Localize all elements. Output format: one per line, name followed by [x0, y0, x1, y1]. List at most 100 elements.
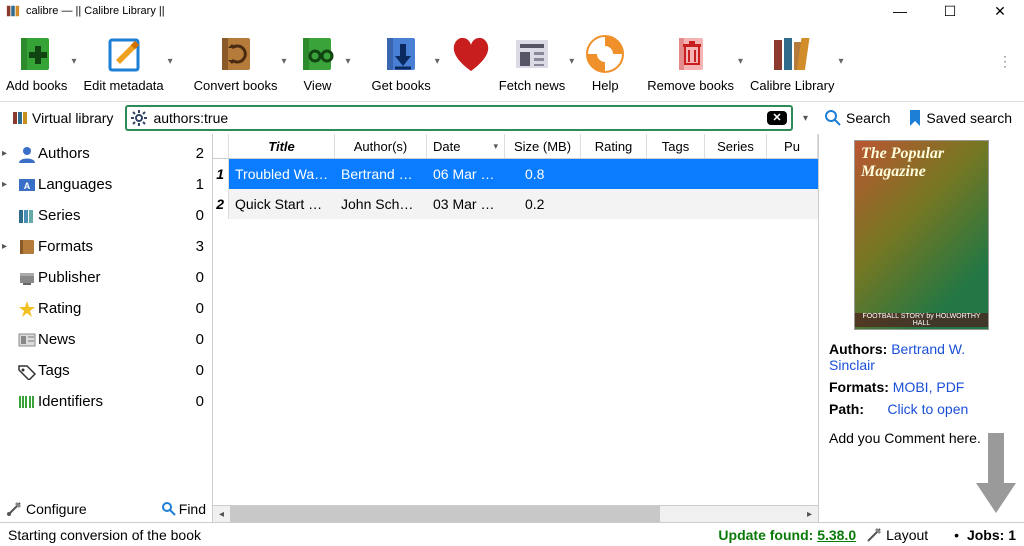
col-title[interactable]: Title — [229, 134, 335, 158]
sidebar-item-series[interactable]: Series0 — [0, 200, 212, 231]
virtual-library-icon — [12, 110, 28, 126]
col-date[interactable]: Date▾ — [427, 134, 505, 158]
magnify-icon — [161, 501, 177, 517]
languages-icon: A — [16, 176, 38, 194]
sidebar-item-identifiers[interactable]: Identifiers0 — [0, 386, 212, 417]
help-icon — [581, 32, 629, 76]
add-books-icon — [13, 32, 61, 76]
find-button[interactable]: Find — [161, 501, 206, 517]
col-author[interactable]: Author(s) — [335, 134, 427, 158]
sidebar-item-formats[interactable]: ▸Formats3 — [0, 231, 212, 262]
sidebar-item-count: 0 — [196, 207, 204, 224]
path-link[interactable]: Click to open — [887, 401, 968, 417]
col-tags[interactable]: Tags — [647, 134, 705, 158]
search-settings-icon[interactable] — [131, 110, 149, 126]
sidebar-item-news[interactable]: News0 — [0, 324, 212, 355]
series-icon — [16, 207, 38, 225]
cell-title: Quick Start Guide — [229, 196, 335, 212]
main-area: ▸Authors2▸ALanguages1Series0▸Formats3Pub… — [0, 134, 1024, 522]
cover-image[interactable]: The Popular Magazine FOOTBALL STORY by H… — [854, 140, 989, 330]
expand-icon: ▸ — [2, 179, 16, 190]
donate-button[interactable] — [447, 28, 495, 95]
tags-icon — [16, 362, 38, 380]
sidebar-item-tags[interactable]: Tags0 — [0, 355, 212, 386]
title-bar: calibre — || Calibre Library || — ☐ ✕ — [0, 0, 1024, 22]
sidebar-item-count: 0 — [196, 300, 204, 317]
jobs-arrow-icon[interactable] — [976, 433, 1016, 513]
library-dropdown[interactable]: ▾ — [837, 56, 849, 67]
news-icon — [16, 331, 38, 349]
search-row: Virtual library ✕ ▾ Search Saved search — [0, 102, 1024, 134]
fetch-news-button[interactable]: Fetch news — [499, 28, 565, 95]
expand-icon: ▸ — [2, 148, 16, 159]
formats-link[interactable]: MOBI, PDF — [893, 379, 965, 395]
sidebar-item-count: 0 — [196, 331, 204, 348]
col-series[interactable]: Series — [705, 134, 767, 158]
table-row[interactable]: 1Troubled WatersBertrand W. ...06 Mar 20… — [213, 159, 818, 189]
convert-books-dropdown[interactable]: ▾ — [279, 56, 291, 67]
convert-books-button[interactable]: Convert books — [194, 28, 278, 95]
get-books-dropdown[interactable]: ▾ — [433, 56, 445, 67]
sidebar-item-label: News — [38, 331, 196, 348]
saved-search-button[interactable]: Saved search — [902, 108, 1018, 128]
edit-metadata-dropdown[interactable]: ▾ — [166, 56, 178, 67]
wrench-icon — [6, 501, 22, 517]
table-row[interactable]: 2Quick Start GuideJohn Schember03 Mar 20… — [213, 189, 818, 219]
remove-books-dropdown[interactable]: ▾ — [736, 56, 748, 67]
sidebar-item-count: 0 — [196, 269, 204, 286]
virtual-library-button[interactable]: Virtual library — [6, 108, 119, 128]
cell-author: Bertrand W. ... — [335, 166, 427, 182]
table-header: Title Author(s) Date▾ Size (MB) Rating T… — [213, 134, 818, 159]
update-notice: Update found: 5.38.0 — [718, 527, 856, 543]
window-title: calibre — || Calibre Library || — [26, 5, 165, 17]
col-rating[interactable]: Rating — [581, 134, 647, 158]
fetch-news-dropdown[interactable]: ▾ — [567, 56, 579, 67]
fetch-news-icon — [508, 32, 556, 76]
row-number: 1 — [213, 159, 229, 189]
configure-button[interactable]: Configure — [6, 501, 87, 517]
search-icon — [824, 109, 842, 127]
remove-books-button[interactable]: Remove books — [647, 28, 734, 95]
sidebar-item-label: Identifiers — [38, 393, 196, 410]
cell-size: 0.2 — [505, 196, 581, 212]
sidebar-item-publisher[interactable]: Publisher0 — [0, 262, 212, 293]
minimize-button[interactable]: — — [882, 3, 918, 19]
sidebar-item-label: Tags — [38, 362, 196, 379]
sidebar-item-count: 0 — [196, 362, 204, 379]
sidebar-item-authors[interactable]: ▸Authors2 — [0, 138, 212, 169]
maximize-button[interactable]: ☐ — [932, 3, 968, 20]
search-button[interactable]: Search — [818, 107, 896, 129]
sidebar-item-label: Languages — [38, 176, 196, 193]
search-history-dropdown[interactable]: ▾ — [799, 113, 812, 124]
clear-search-icon[interactable]: ✕ — [767, 111, 787, 125]
calibre-library-button[interactable]: Calibre Library — [750, 28, 835, 95]
close-button[interactable]: ✕ — [982, 3, 1018, 20]
view-dropdown[interactable]: ▾ — [343, 56, 355, 67]
edit-metadata-button[interactable]: Edit metadata — [83, 28, 163, 95]
help-button[interactable]: Help — [581, 28, 629, 95]
add-books-dropdown[interactable]: ▾ — [69, 56, 81, 67]
layout-icon — [866, 527, 882, 543]
sidebar-item-count: 2 — [196, 145, 204, 162]
horizontal-scrollbar[interactable]: ◂ ▸ — [213, 505, 818, 522]
sidebar-item-languages[interactable]: ▸ALanguages1 — [0, 169, 212, 200]
sidebar-item-label: Rating — [38, 300, 196, 317]
publisher-icon — [16, 269, 38, 287]
cell-title: Troubled Waters — [229, 166, 335, 182]
sort-indicator-icon: ▾ — [493, 141, 498, 152]
sidebar-item-rating[interactable]: Rating0 — [0, 293, 212, 324]
col-size[interactable]: Size (MB) — [505, 134, 581, 158]
add-books-button[interactable]: Add books — [6, 28, 67, 95]
get-books-button[interactable]: Get books — [371, 28, 430, 95]
col-publisher[interactable]: Pu — [767, 134, 818, 158]
layout-button[interactable]: Layout — [866, 527, 928, 543]
formats-icon — [16, 238, 38, 256]
heart-icon — [447, 32, 495, 76]
col-num[interactable] — [213, 134, 229, 158]
toolbar-overflow[interactable]: ⋮ — [990, 53, 1020, 70]
search-box: ✕ — [125, 105, 793, 131]
jobs-indicator[interactable]: • Jobs: 1 — [950, 527, 1016, 543]
update-link[interactable]: 5.38.0 — [817, 527, 856, 543]
view-button[interactable]: View — [293, 28, 341, 95]
search-input[interactable] — [149, 110, 767, 126]
